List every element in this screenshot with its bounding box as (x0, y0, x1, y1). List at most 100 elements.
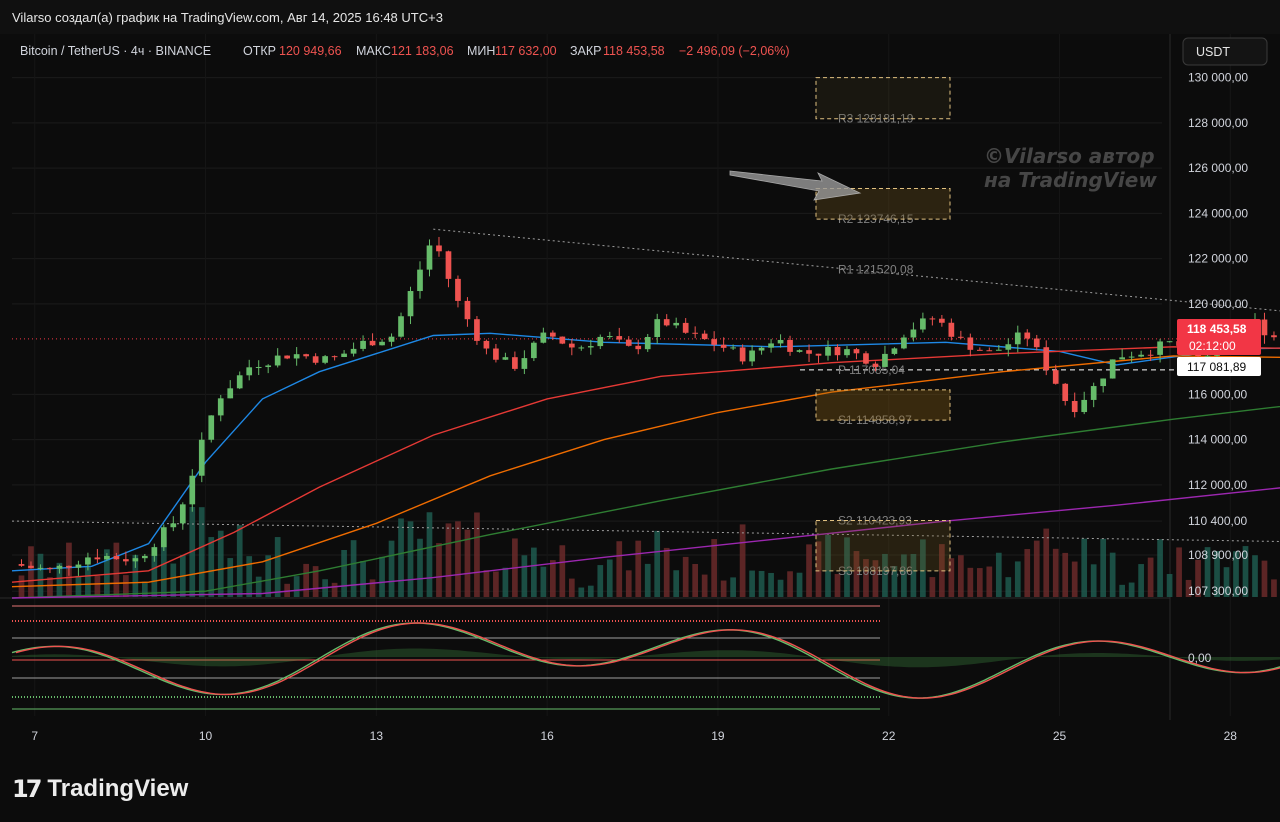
volume-bar (606, 559, 613, 597)
price-tick-label: 112 000,00 (1188, 478, 1247, 492)
candle-body (75, 564, 82, 568)
candle-body (379, 341, 385, 346)
volume-bar (293, 576, 300, 597)
price-tick-label: 108 900,00 (1188, 548, 1248, 562)
candle-body (549, 332, 556, 337)
candle-body (132, 558, 139, 562)
candle-body (730, 347, 736, 349)
candle-body (863, 353, 869, 364)
candle-body (882, 353, 888, 367)
pivot-zone-box (815, 389, 951, 421)
bar-countdown: 02:12:00 (1189, 339, 1236, 353)
time-tick-label: 7 (31, 729, 38, 743)
volume-bar (1081, 538, 1088, 597)
candle-body (246, 367, 253, 376)
candle-body (455, 278, 461, 301)
volume-bar (483, 570, 490, 597)
volume-bar (379, 556, 385, 597)
volume-bar (749, 570, 755, 597)
candle-body (787, 339, 793, 352)
candle-body (986, 350, 993, 352)
candle-body (47, 567, 53, 569)
currency-button[interactable]: USDT (1182, 37, 1268, 66)
volume-bar (369, 579, 376, 597)
candle-body (426, 245, 433, 270)
chart-canvas[interactable]: R3 128181,19R2 123746,15R1 121520,08P 11… (0, 34, 1280, 756)
volume-bar (521, 555, 528, 597)
candle-body (957, 336, 964, 338)
volume-bar (198, 507, 205, 597)
candle-body (141, 555, 148, 559)
candle-body (540, 332, 547, 343)
candle-body (474, 319, 480, 341)
candle-body (1024, 332, 1031, 339)
legend-close: 118 453,58 (603, 44, 665, 58)
volume-bar (141, 581, 148, 597)
candle-body (1071, 400, 1078, 413)
time-tick-label: 28 (1224, 729, 1238, 743)
volume-bar (967, 567, 974, 597)
price-tick-label: 114 000,00 (1188, 433, 1247, 447)
volume-bar (1024, 549, 1031, 597)
candle-body (417, 269, 423, 292)
volume-bar (768, 572, 774, 597)
candle-body (587, 346, 594, 348)
volume-bar (417, 538, 423, 597)
volume-bar (502, 567, 509, 597)
candle-body (1166, 341, 1173, 343)
candle-body (1081, 399, 1088, 413)
candle-body (692, 332, 699, 334)
candle-body (170, 523, 177, 528)
candle-body (493, 348, 499, 360)
candle-body (189, 475, 196, 505)
volume-bar (663, 547, 670, 597)
candle-body (644, 337, 651, 350)
legend-symbol: Bitcoin / TetherUS · 4ч · BINANCE (20, 44, 211, 58)
volume-bar (1109, 552, 1116, 597)
candle-body (407, 291, 414, 317)
candle-body (160, 527, 167, 548)
candle-body (910, 329, 917, 338)
volume-bar (1033, 540, 1040, 597)
candle-body (85, 557, 91, 565)
volume-bar (217, 530, 224, 597)
price-tick-label: 110 400,00 (1188, 514, 1247, 528)
candle-body (806, 350, 812, 354)
volume-bar (1043, 528, 1050, 597)
last-price-badge: 118 453,58 02:12:00 (1177, 319, 1261, 355)
candle-body (739, 347, 746, 362)
time-tick-label: 25 (1053, 729, 1067, 743)
price-tick-label: 128 000,00 (1188, 116, 1248, 130)
volume-bar (929, 577, 936, 597)
candle-body (521, 358, 528, 369)
legend-low: 117 632,00 (495, 44, 557, 58)
volume-bar (559, 545, 566, 597)
candle-body (104, 555, 110, 560)
volume-bar (692, 563, 699, 597)
candle-body (777, 339, 784, 344)
volume-bar (388, 540, 395, 597)
volume-bar (360, 560, 366, 597)
volume-bar (493, 571, 499, 597)
candle-body (1138, 354, 1144, 357)
candle-body (901, 337, 907, 349)
volume-bar (303, 563, 309, 597)
candle-body (227, 388, 234, 399)
volume-bar (75, 575, 82, 597)
candle-body (606, 336, 613, 338)
volume-bar (986, 566, 993, 597)
oscillator-zero-label: 0,00 (1188, 651, 1212, 665)
legend-open-label: ОТКР (243, 44, 276, 58)
volume-bar (1147, 557, 1154, 597)
candle-body (66, 565, 72, 568)
candle-body (1157, 341, 1163, 355)
candle-body (303, 354, 309, 357)
candle-body (768, 343, 774, 348)
price-tick-label: 124 000,00 (1188, 206, 1248, 220)
volume-bar (1071, 561, 1078, 597)
volume-bar (682, 556, 689, 597)
volume-bar (28, 546, 34, 597)
candle-body (976, 349, 983, 351)
watermark-line-2: на TradingView (984, 168, 1157, 192)
volume-bar (1138, 564, 1144, 597)
